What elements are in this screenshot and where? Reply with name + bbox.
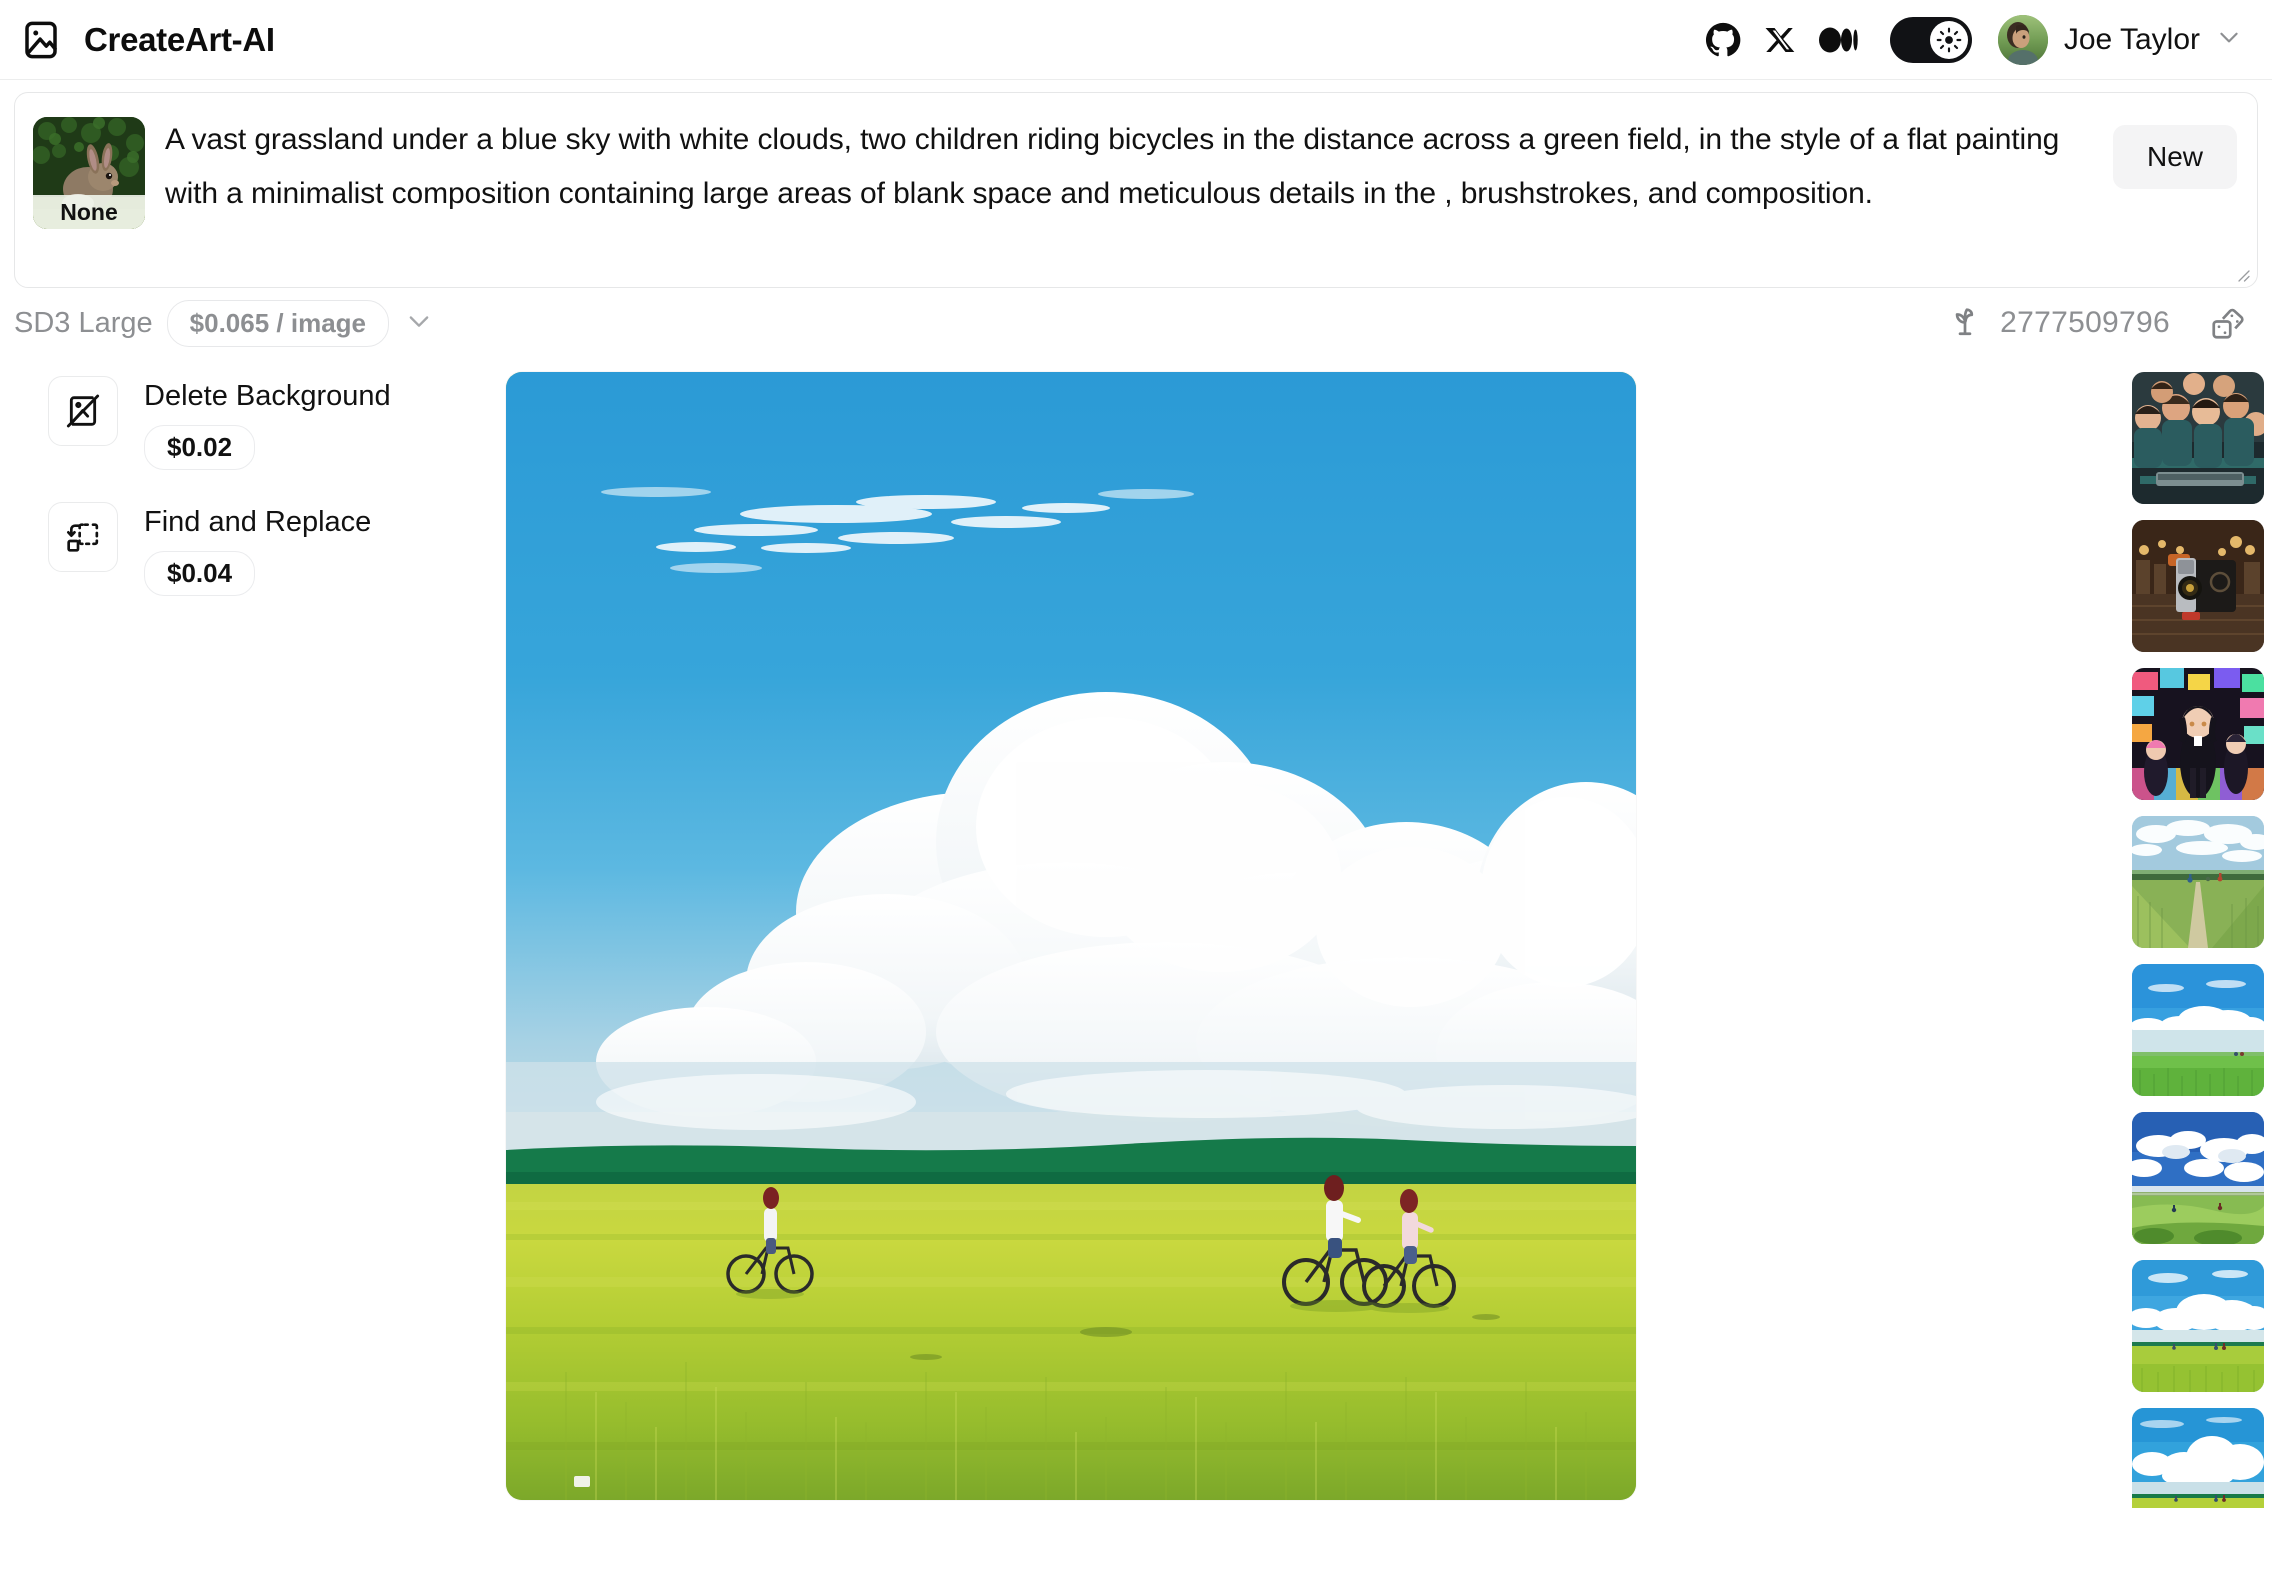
tool-delete-background[interactable]: Delete Background $0.02 [48,376,506,470]
generated-image[interactable] [506,372,1636,1500]
chevron-down-icon[interactable] [2216,24,2242,55]
x-twitter-icon[interactable] [1752,17,1810,63]
thumbnail-item[interactable] [2132,1408,2264,1508]
thumbnail-item[interactable] [2132,1260,2264,1392]
thumbnail-item[interactable] [2132,816,2264,948]
new-button[interactable]: New [2112,125,2237,189]
prompt-input[interactable]: A vast grassland under a blue sky with w… [165,111,2093,221]
brand: CreateArt-AI [20,19,275,61]
workspace: Delete Background $0.02 Find and Replace… [0,354,2272,1508]
username: Joe Taylor [2063,22,2200,56]
thumbnail-item[interactable] [2132,520,2264,652]
thumbnail-item[interactable] [2132,668,2264,800]
thumbnail-list [2124,372,2272,1508]
find-replace-icon [48,502,118,572]
thumbnail-item[interactable] [2132,1112,2264,1244]
tool-label: Delete Background [144,380,391,412]
tool-price-badge: $0.02 [144,425,256,470]
tool-price-badge: $0.04 [144,551,256,596]
dice-icon[interactable] [2210,305,2246,341]
seed-group: 2777509796 [1948,304,2246,343]
prompt-panel: None A vast grassland under a blue sky w… [0,80,2272,288]
model-row: SD3 Large $0.065 / image 2777509796 [0,288,2272,354]
app-header: CreateArt-AI Joe Taylor [0,0,2272,80]
image-slash-icon [48,376,118,446]
textarea-resize-handle[interactable] [2233,265,2251,283]
reference-image-thumbnail[interactable]: None [33,117,145,229]
seed-value[interactable]: 2777509796 [2000,306,2170,340]
prompt-box: None A vast grassland under a blue sky w… [14,92,2258,288]
tool-find-and-replace[interactable]: Find and Replace $0.04 [48,502,506,596]
medium-icon[interactable] [1810,17,1868,63]
thumbnail-rail[interactable] [2124,354,2272,1508]
theme-toggle[interactable] [1889,16,1972,63]
model-price-badge: $0.065 / image [166,299,389,347]
sun-icon [1929,20,1968,59]
avatar[interactable] [1997,14,2048,65]
tool-list: Delete Background $0.02 Find and Replace… [0,354,506,1508]
thumbnail-item[interactable] [2132,372,2264,504]
image-placeholder-icon [20,19,62,61]
tool-label: Find and Replace [144,506,372,538]
page-title: CreateArt-AI [84,20,275,58]
sprout-icon [1948,304,1982,343]
thumbnail-item[interactable] [2132,964,2264,1096]
canvas-area [506,354,2272,1508]
header-actions: Joe Taylor [1694,14,2242,65]
reference-image-label: None [33,195,145,229]
chevron-down-icon[interactable] [405,307,433,340]
model-name: SD3 Large [14,306,153,339]
github-icon[interactable] [1694,17,1752,63]
